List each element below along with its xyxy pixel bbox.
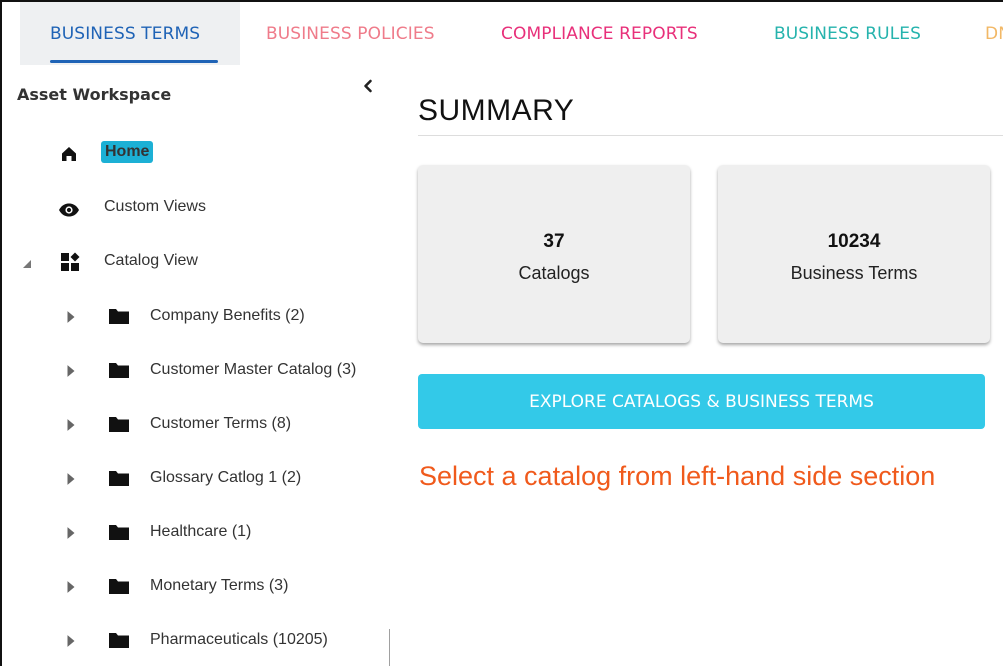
active-tab-indicator (50, 60, 218, 63)
caret-right-icon[interactable] (66, 310, 76, 324)
sidebar-title: Asset Workspace (17, 85, 172, 104)
collapse-sidebar-button[interactable] (360, 77, 376, 95)
chevron-left-icon (364, 79, 372, 93)
tab-label: BUSINESS TERMS (50, 23, 201, 44)
sidebar-item-label: Custom Views (104, 198, 206, 215)
tab-label: COMPLIANCE REPORTS (501, 23, 698, 44)
asset-workspace-sidebar: Asset Workspace Home Custom Views Catalo… (2, 65, 394, 666)
tab-business-terms[interactable]: BUSINESS TERMS (20, 2, 240, 65)
tab-dn[interactable]: DN (985, 2, 1003, 65)
summary-panel: SUMMARY 37 Catalogs 10234 Business Terms… (394, 65, 1003, 666)
catalog-label: Glossary Catlog 1 (2) (150, 469, 302, 486)
catalog-label: Monetary Terms (3) (150, 577, 289, 594)
tab-business-rules[interactable]: BUSINESS RULES (774, 2, 921, 65)
sidebar-item-label: Catalog View (104, 252, 198, 269)
top-tab-bar: BUSINESS TERMS BUSINESS POLICIES COMPLIA… (2, 2, 1003, 65)
caret-right-icon[interactable] (66, 580, 76, 594)
sidebar-item-catalog-view[interactable]: Catalog View (22, 252, 198, 271)
card-value: 37 (543, 231, 565, 252)
caret-right-icon[interactable] (66, 364, 76, 378)
tab-label: BUSINESS POLICIES (266, 23, 435, 44)
tab-compliance-reports[interactable]: COMPLIANCE REPORTS (501, 2, 698, 65)
catalog-item[interactable]: Glossary Catlog 1 (2) (66, 469, 301, 487)
catalog-item[interactable]: Monetary Terms (3) (66, 577, 288, 595)
catalog-item[interactable]: Healthcare (1) (66, 523, 251, 541)
folder-icon (109, 417, 129, 432)
caret-right-icon[interactable] (66, 472, 76, 486)
catalogs-count-card[interactable]: 37 Catalogs (418, 165, 690, 343)
title-divider (418, 135, 1003, 136)
dashboard-icon (61, 252, 80, 271)
catalog-label: Customer Terms (8) (150, 415, 292, 432)
catalog-label: Company Benefits (2) (150, 307, 305, 324)
select-catalog-hint: Select a catalog from left-hand side sec… (419, 461, 936, 491)
catalog-item[interactable]: Company Benefits (2) (66, 307, 305, 325)
explore-catalogs-button[interactable]: EXPLORE CATALOGS & BUSINESS TERMS (418, 374, 985, 429)
catalog-item[interactable]: Customer Terms (8) (66, 415, 291, 433)
sidebar-item-label: Home (101, 141, 154, 163)
tab-label: BUSINESS RULES (774, 23, 922, 44)
folder-icon (109, 525, 129, 540)
catalog-item[interactable]: Pharmaceuticals (10205) (66, 631, 328, 649)
catalog-item[interactable]: Customer Master Catalog (3) (66, 361, 356, 379)
card-caption: Business Terms (790, 263, 918, 283)
eye-icon (59, 203, 79, 217)
card-caption: Catalogs (518, 263, 590, 283)
caret-right-icon[interactable] (66, 526, 76, 540)
sidebar-resize-handle[interactable] (389, 629, 390, 666)
folder-icon (109, 309, 129, 324)
page-title: SUMMARY (418, 94, 575, 127)
folder-icon (109, 471, 129, 486)
sidebar-item-home[interactable]: Home (60, 141, 154, 163)
folder-icon (109, 579, 129, 594)
tab-label: DN (985, 23, 1003, 44)
business-terms-count-card[interactable]: 10234 Business Terms (718, 165, 990, 343)
tab-business-policies[interactable]: BUSINESS POLICIES (266, 2, 435, 65)
catalog-label: Healthcare (1) (150, 523, 252, 540)
home-icon (62, 147, 76, 161)
caret-expanded-icon[interactable] (22, 257, 32, 271)
folder-icon (109, 363, 129, 378)
catalog-label: Customer Master Catalog (3) (150, 361, 357, 378)
card-value: 10234 (827, 231, 881, 252)
sidebar-item-custom-views[interactable]: Custom Views (58, 198, 206, 217)
app-frame: BUSINESS TERMS BUSINESS POLICIES COMPLIA… (0, 0, 1003, 666)
caret-right-icon[interactable] (66, 418, 76, 432)
folder-icon (109, 633, 129, 648)
catalog-label: Pharmaceuticals (10205) (150, 631, 328, 648)
caret-right-icon[interactable] (66, 634, 76, 648)
